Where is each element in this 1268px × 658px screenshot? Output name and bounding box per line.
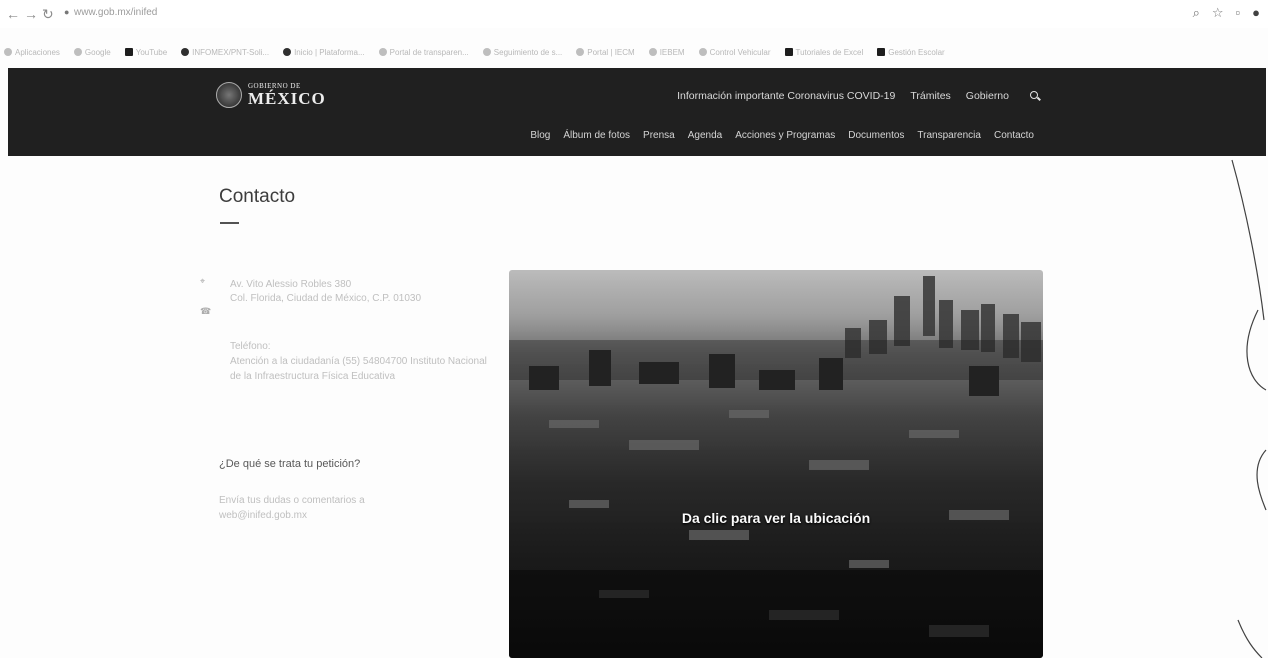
logo-title: MÉXICO: [248, 89, 326, 108]
nav-link-acciones[interactable]: Acciones y Programas: [735, 130, 835, 141]
globe-icon: [576, 48, 585, 56]
nav-link-blog[interactable]: Blog: [530, 130, 550, 141]
title-underline: [220, 222, 239, 224]
address-block: Av. Vito Alessio Robles 380 Col. Florida…: [230, 278, 490, 306]
browser-tools: ⌕ ☆ ▫ ●: [1193, 5, 1260, 21]
youtube-icon: [124, 48, 133, 56]
search-icon[interactable]: [1030, 91, 1040, 101]
doc-icon: [877, 48, 886, 56]
top-nav: Información importante Coronavirus COVID…: [677, 90, 1040, 102]
bookmark-item[interactable]: YouTube: [124, 48, 167, 57]
nav-link-contacto[interactable]: Contacto: [994, 130, 1034, 141]
reload-icon[interactable]: ↻: [42, 6, 54, 23]
nav-link-documentos[interactable]: Documentos: [848, 130, 904, 141]
address-bar[interactable]: www.gob.mx/inifed: [74, 7, 157, 18]
bookmark-item[interactable]: Seguimiento de s...: [482, 48, 562, 57]
bookmark-item[interactable]: IEBEM: [648, 48, 685, 57]
nav-link-transparencia[interactable]: Transparencia: [917, 130, 981, 141]
browser-toolbar: ← → ↻ ● www.gob.mx/inifed ⌕ ☆ ▫ ●: [0, 0, 1268, 28]
city-skyline-graphic: [509, 276, 1043, 658]
apps-icon: [4, 48, 12, 56]
site-header: GOBIERNO DE MÉXICO Información important…: [8, 68, 1266, 156]
phone-label: Teléfono:: [230, 341, 271, 352]
globe-icon: [378, 48, 387, 56]
handwritten-scribble: [1231, 159, 1267, 658]
doc-icon: [784, 48, 793, 56]
bookmark-item[interactable]: Control Vehicular: [698, 48, 771, 57]
location-map-image[interactable]: Da clic para ver la ubicación: [509, 270, 1043, 658]
nav-link-tramites[interactable]: Trámites: [910, 90, 950, 102]
forward-arrow-icon[interactable]: →: [24, 6, 38, 22]
nav-link-prensa[interactable]: Prensa: [643, 130, 675, 141]
bookmark-item[interactable]: Portal de transparen...: [378, 48, 469, 57]
phone-icon: ☎: [200, 306, 212, 316]
address-line-1: Av. Vito Alessio Robles 380: [230, 279, 352, 290]
bookmark-item[interactable]: Inicio | Plataforma...: [283, 48, 365, 57]
table-icon: [698, 48, 707, 56]
bookmarks-bar: Aplicaciones Google YouTube INFOMEX/PNT-…: [0, 42, 1268, 62]
google-icon: [73, 48, 82, 56]
address-line-2: Col. Florida, Ciudad de México, C.P. 010…: [230, 293, 422, 304]
contact-email-text[interactable]: Envía tus dudas o comentarios a web@inif…: [219, 493, 419, 523]
logo-text: GOBIERNO DE MÉXICO: [248, 83, 326, 108]
profile-icon[interactable]: ●: [1252, 5, 1260, 21]
star-icon[interactable]: ☆: [1212, 5, 1224, 21]
sub-nav: Blog Álbum de fotos Prensa Agenda Accion…: [530, 130, 1034, 141]
bookmark-item[interactable]: Portal | IECM: [576, 48, 635, 57]
back-arrow-icon[interactable]: ←: [6, 6, 20, 22]
bookmark-item[interactable]: Tutoriales de Excel: [784, 48, 863, 57]
national-seal-icon: [216, 82, 242, 108]
zoom-icon[interactable]: ⌕: [1193, 5, 1200, 21]
map-caption[interactable]: Da clic para ver la ubicación: [509, 510, 1043, 526]
site-logo[interactable]: GOBIERNO DE MÉXICO: [216, 82, 326, 108]
bookmark-item[interactable]: Aplicaciones: [4, 48, 60, 57]
phone-block: Teléfono: Atención a la ciudadanía (55) …: [230, 339, 492, 384]
page-title: Contacto: [219, 186, 296, 207]
petition-question: ¿De qué se trata tu petición?: [219, 458, 361, 470]
nav-link-gobierno[interactable]: Gobierno: [966, 90, 1009, 102]
extension-icon[interactable]: ▫: [1236, 5, 1241, 21]
globe-icon: [648, 48, 657, 56]
nav-link-album[interactable]: Álbum de fotos: [563, 130, 630, 141]
page: ← → ↻ ● www.gob.mx/inifed ⌕ ☆ ▫ ● Aplica…: [0, 0, 1268, 658]
lock-icon: ●: [64, 7, 70, 17]
location-pin-icon: ⌖: [200, 276, 206, 286]
nav-link-agenda[interactable]: Agenda: [688, 130, 722, 141]
bookmark-item[interactable]: INFOMEX/PNT-Soli...: [181, 48, 269, 57]
bookmark-item[interactable]: Gestión Escolar: [877, 48, 945, 57]
nav-link-covid[interactable]: Información importante Coronavirus COVID…: [677, 90, 895, 102]
globe-icon: [283, 48, 292, 56]
globe-icon: [482, 48, 491, 56]
phone-text: Atención a la ciudadanía (55) 54804700 I…: [230, 356, 487, 382]
globe-icon: [181, 48, 190, 56]
bookmark-item[interactable]: Google: [73, 48, 111, 57]
